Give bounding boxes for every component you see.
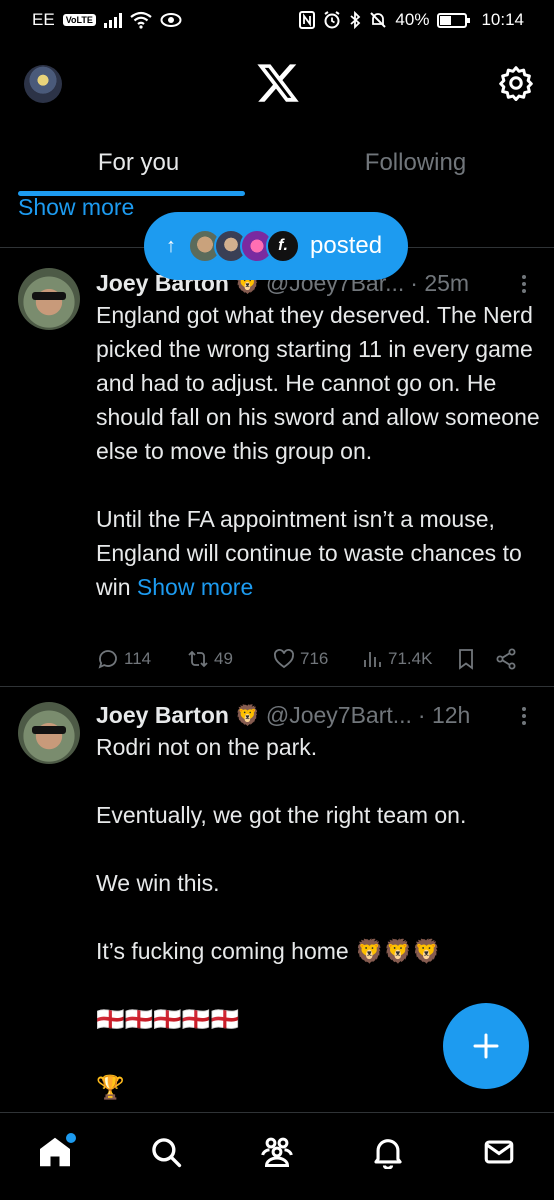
tweet-header: Joey Barton 🦁 @Joey7Bart... · 12h bbox=[96, 700, 536, 730]
bluetooth-icon bbox=[350, 11, 361, 29]
bottom-navigation bbox=[0, 1112, 554, 1200]
arrow-up-icon: ↑ bbox=[166, 234, 176, 257]
battery-icon bbox=[437, 12, 471, 28]
show-more-link[interactable]: Show more bbox=[137, 574, 253, 600]
alarm-icon bbox=[324, 11, 340, 29]
compose-button[interactable] bbox=[443, 1003, 529, 1089]
compose-icon bbox=[473, 1033, 499, 1059]
tweet-text: England got what they deserved. The Nerd… bbox=[96, 298, 541, 604]
unread-dot bbox=[66, 1132, 77, 1143]
settings-icon[interactable] bbox=[498, 65, 534, 101]
more-options-icon[interactable] bbox=[514, 272, 534, 296]
top-header bbox=[0, 55, 554, 115]
views-button[interactable]: 71.4K bbox=[360, 647, 454, 671]
eye-icon bbox=[160, 13, 182, 27]
reply-count: 114 bbox=[124, 649, 152, 668]
search-icon bbox=[152, 1137, 182, 1167]
carrier-label: EE bbox=[32, 10, 55, 29]
status-left: EE VoLTE bbox=[32, 10, 182, 30]
communities-icon bbox=[261, 1137, 293, 1167]
tweet-actions: 114 49 716 71.4K bbox=[96, 644, 536, 674]
profile-avatar[interactable] bbox=[24, 65, 62, 103]
tweet-body: England got what they deserved. The Nerd… bbox=[96, 302, 540, 600]
notifications-icon bbox=[374, 1138, 402, 1169]
more-options-icon[interactable] bbox=[514, 704, 534, 728]
repost-count: 49 bbox=[214, 649, 233, 668]
nav-notifications[interactable] bbox=[363, 1127, 413, 1177]
reply-button[interactable]: 114 bbox=[96, 647, 186, 671]
nav-search[interactable] bbox=[141, 1127, 191, 1177]
lion-emoji: 🦁 bbox=[234, 704, 260, 727]
tweet[interactable]: Joey Barton 🦁 @Joey7Bar... · 25m England… bbox=[0, 268, 554, 688]
avatar[interactable] bbox=[18, 268, 80, 330]
mute-bell-icon bbox=[370, 12, 387, 28]
like-button[interactable]: 716 bbox=[272, 647, 360, 671]
reply-icon bbox=[98, 650, 117, 669]
nav-home[interactable] bbox=[30, 1127, 80, 1177]
heart-icon bbox=[274, 649, 294, 669]
avatar: f. bbox=[266, 229, 300, 263]
wifi-icon bbox=[130, 11, 152, 29]
tab-following[interactable]: Following bbox=[277, 135, 554, 195]
nfc-icon bbox=[299, 11, 316, 29]
like-count: 716 bbox=[300, 649, 329, 668]
nav-messages[interactable] bbox=[474, 1127, 524, 1177]
signal-icon bbox=[103, 12, 122, 28]
timeline-tabs: For you Following bbox=[0, 135, 554, 196]
avatar[interactable] bbox=[18, 702, 80, 764]
clock: 10:14 bbox=[481, 10, 524, 29]
views-icon bbox=[364, 652, 381, 667]
divider bbox=[0, 686, 554, 687]
pill-label: posted bbox=[310, 232, 383, 259]
tab-for-you[interactable]: For you bbox=[0, 135, 277, 195]
view-count: 71.4K bbox=[388, 649, 433, 668]
nav-communities[interactable] bbox=[252, 1127, 302, 1177]
tweet-time: · 12h bbox=[417, 701, 471, 728]
status-right: 40% 10:14 bbox=[299, 10, 524, 30]
bookmark-icon[interactable] bbox=[454, 647, 478, 671]
new-posts-pill[interactable]: ↑ f. posted bbox=[144, 212, 408, 280]
battery-percent: 40% bbox=[395, 10, 430, 29]
author-name[interactable]: Joey Barton bbox=[96, 702, 229, 729]
tweet-time: · 25m bbox=[410, 269, 470, 296]
x-logo-icon[interactable] bbox=[255, 60, 301, 106]
repost-button[interactable]: 49 bbox=[186, 647, 272, 671]
show-more-link[interactable]: Show more bbox=[18, 194, 134, 221]
pill-avatars: f. bbox=[188, 229, 300, 263]
messages-icon bbox=[484, 1140, 513, 1163]
author-handle[interactable]: @Joey7Bart... bbox=[266, 702, 412, 729]
volte-badge: VoLTE bbox=[62, 14, 96, 26]
status-bar: EE VoLTE 40% 10:14 bbox=[0, 0, 554, 40]
share-icon[interactable] bbox=[494, 647, 518, 671]
repost-icon bbox=[188, 650, 208, 668]
